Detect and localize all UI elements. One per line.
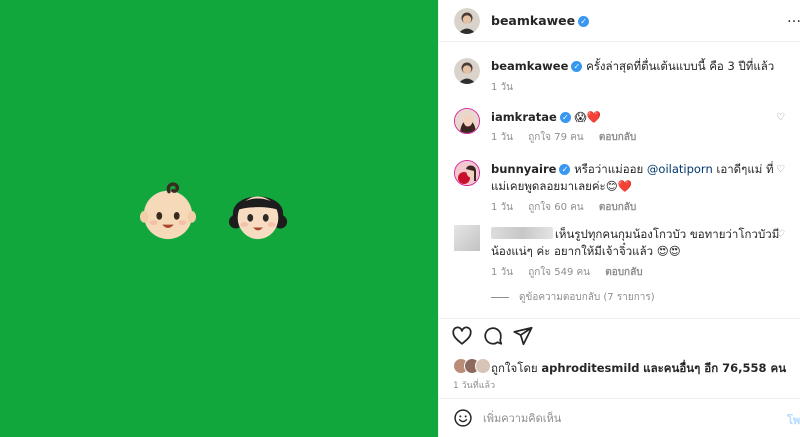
comment-text: 😱❤️ [574, 110, 601, 124]
view-replies-label: ดูข้อความตอบกลับ (7 รายการ) [519, 292, 655, 303]
avatar[interactable] [454, 225, 480, 251]
comment-likes[interactable]: ถูกใจ 60 คน [528, 202, 583, 213]
post-comment-button[interactable]: โพ [787, 411, 800, 429]
caption-username[interactable]: beamkawee [491, 59, 568, 73]
verified-badge-icon: ✓ [559, 164, 571, 175]
comment-text: เห็นรูปทุกคนกุมน้องโกวบัว ขอทายว่าโกวบัว… [491, 227, 780, 258]
baby-emoji-icon [139, 182, 197, 240]
comment-body: bunnyaire ✓ หรือว่าแม่ออย @oilatiporn เอา… [491, 161, 787, 195]
comment-text-pre: หรือว่าแม่ออย [574, 162, 644, 176]
verified-badge-icon: ✓ [559, 112, 571, 123]
comment-time[interactable]: 1 วัน [491, 267, 513, 278]
comment-body: iamkratae ✓ 😱❤️ [491, 109, 787, 126]
like-comment-heart-icon[interactable]: ♡ [776, 112, 785, 123]
divider [491, 296, 509, 298]
likes-suffix[interactable]: และคนอื่นๆ อีก 76,558 คน [643, 361, 786, 375]
comment-username[interactable]: bunnyaire [491, 162, 556, 176]
like-comment-heart-icon[interactable]: ♡ [776, 229, 785, 240]
share-paper-plane-icon[interactable] [512, 325, 534, 347]
avatar[interactable] [454, 58, 480, 84]
post-side-panel: beamkawee ✓ … beamkawee ✓ ครั้งล่าสุดที่ตื… [438, 0, 800, 437]
avatar[interactable] [454, 8, 480, 34]
header-username-text: beamkawee [491, 13, 576, 28]
comments-list[interactable]: beamkawee ✓ ครั้งล่าสุดที่ตื่นเต้นแบบนี้ … [439, 43, 800, 318]
likes-prefix: ถูกใจโดย [491, 361, 538, 375]
reply-button[interactable]: ตอบกลับ [605, 267, 642, 278]
comment-meta: 1 วัน ถูกใจ 60 คน ตอบกลับ [491, 200, 648, 215]
post-actions: ถูกใจโดย aphroditesmild และคนอื่นๆ อีก 7… [439, 318, 800, 408]
girl-emoji-icon [228, 196, 288, 240]
likes-summary[interactable]: ถูกใจโดย aphroditesmild และคนอื่นๆ อีก 7… [491, 360, 786, 378]
comment-meta: 1 วัน ถูกใจ 549 คน ตอบกลับ [491, 265, 655, 280]
avatar[interactable] [454, 160, 480, 186]
mention-link[interactable]: @oilatiporn [647, 162, 713, 176]
like-comment-heart-icon[interactable]: ♡ [776, 164, 785, 175]
reply-button[interactable]: ตอบกลับ [599, 132, 636, 143]
verified-badge-icon: ✓ [571, 61, 583, 72]
comment-likes[interactable]: ถูกใจ 79 คน [528, 132, 583, 143]
verified-badge-icon: ✓ [578, 16, 590, 27]
post-image[interactable] [0, 0, 438, 437]
caption-body: beamkawee ✓ ครั้งล่าสุดที่ตื่นเต้นแบบนี้ … [491, 58, 787, 75]
emoji-smile-icon[interactable] [453, 408, 473, 428]
comment-likes[interactable]: ถูกใจ 549 คน [528, 267, 590, 278]
comment-body: เห็นรูปทุกคนกุมน้องโกวบัว ขอทายว่าโกวบัว… [491, 226, 787, 260]
caption-meta: 1 วัน [491, 80, 525, 95]
avatar [475, 358, 491, 374]
likes-user[interactable]: aphroditesmild [541, 361, 639, 375]
more-options-icon[interactable]: … [787, 10, 800, 26]
comment-input[interactable] [483, 408, 763, 428]
avatar[interactable] [454, 108, 480, 134]
comment-meta: 1 วัน ถูกใจ 79 คน ตอบกลับ [491, 130, 648, 145]
comment-bubble-icon[interactable] [482, 325, 504, 347]
caption-time[interactable]: 1 วัน [491, 82, 513, 93]
post-timestamp[interactable]: 1 วันที่แล้ว [453, 378, 495, 392]
post-header: beamkawee ✓ … [439, 0, 800, 42]
comment-time[interactable]: 1 วัน [491, 202, 513, 213]
view-replies-button[interactable]: ดูข้อความตอบกลับ (7 รายการ) [491, 290, 655, 305]
comment-time[interactable]: 1 วัน [491, 132, 513, 143]
reply-button[interactable]: ตอบกลับ [599, 202, 636, 213]
caption-text: ครั้งล่าสุดที่ตื่นเต้นแบบนี้ คือ 3 ปีที่… [586, 59, 775, 73]
like-heart-icon[interactable] [451, 325, 473, 347]
add-comment-bar: โพ [439, 398, 800, 437]
comment-username[interactable]: iamkratae [491, 110, 557, 124]
header-username[interactable]: beamkawee ✓ [491, 13, 590, 28]
